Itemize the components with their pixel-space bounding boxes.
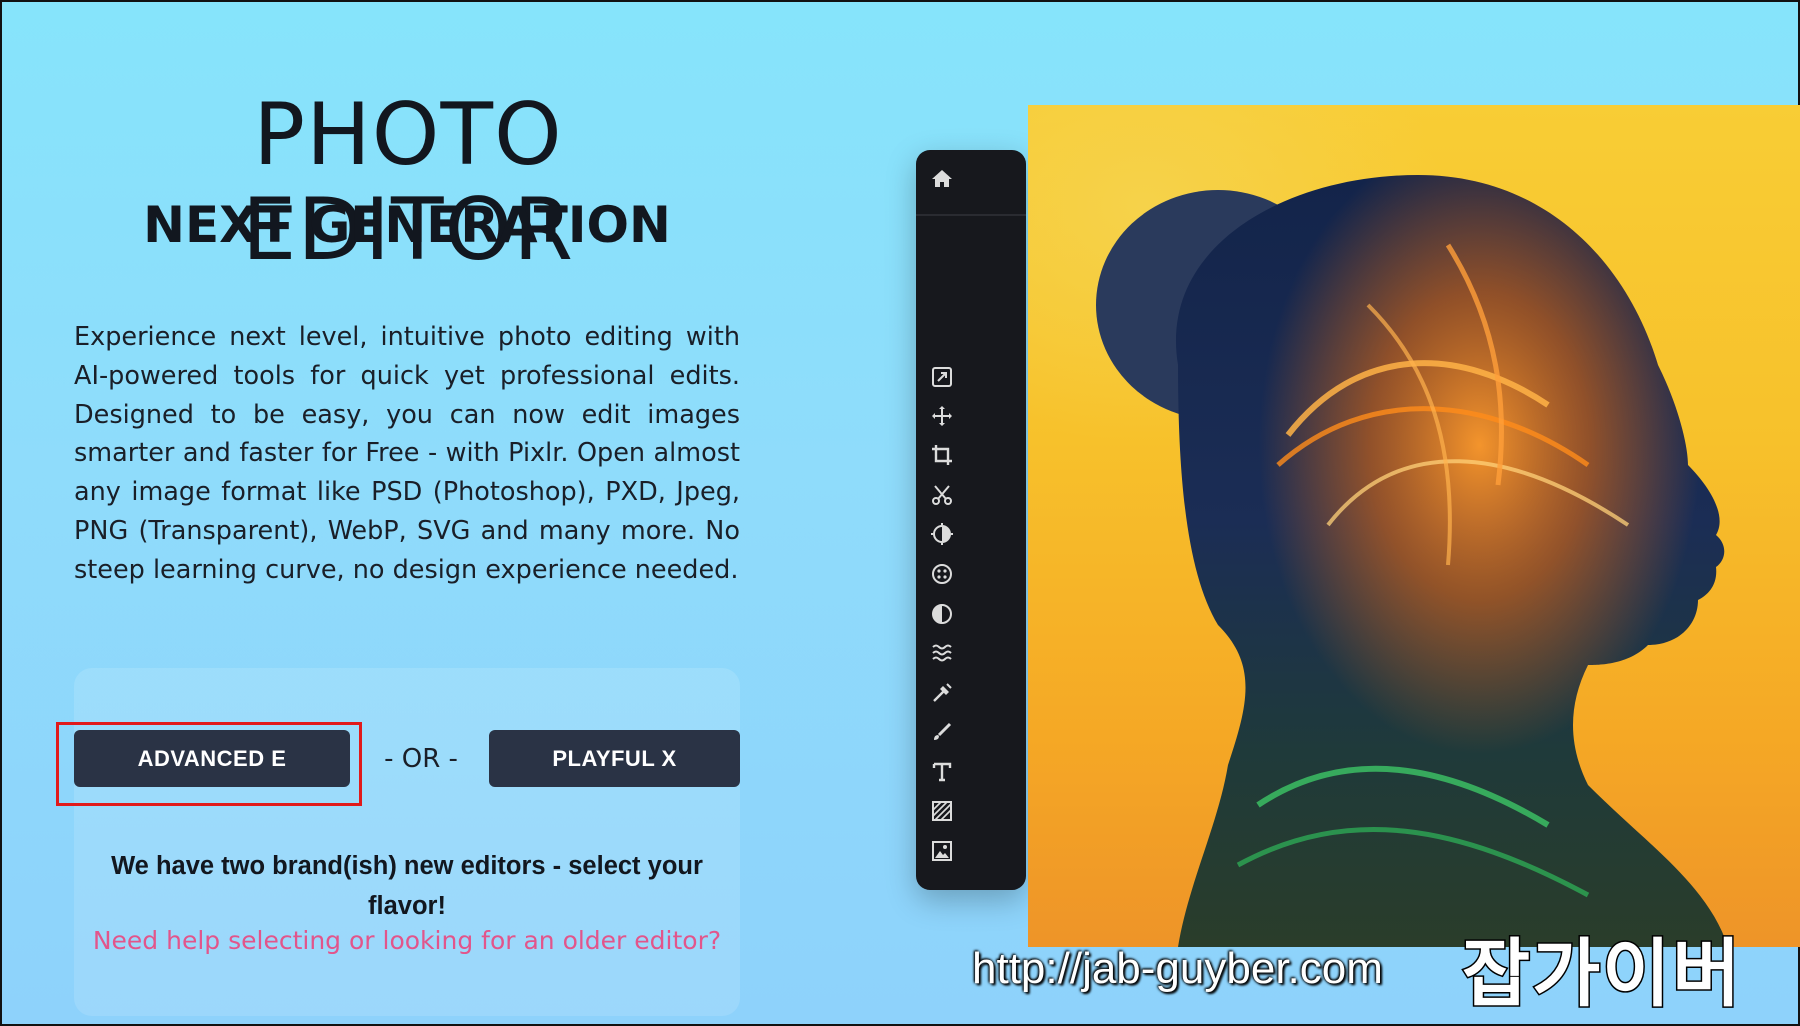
- editors-tagline: We have two brand(ish) new editors - sel…: [111, 852, 703, 920]
- filter-icon[interactable]: [927, 559, 957, 589]
- move-icon[interactable]: [927, 401, 957, 431]
- or-separator: - OR -: [384, 744, 458, 774]
- adjust-icon[interactable]: [927, 519, 957, 549]
- heal-icon[interactable]: [927, 678, 957, 708]
- advanced-editor-button[interactable]: ADVANCED E: [74, 730, 350, 787]
- home-icon[interactable]: [927, 164, 957, 194]
- text-icon[interactable]: [927, 757, 957, 787]
- playful-editor-button[interactable]: PLAYFUL X: [489, 730, 740, 787]
- help-selecting-link[interactable]: Need help selecting or looking for an ol…: [82, 926, 732, 955]
- arrange-icon[interactable]: [927, 362, 957, 392]
- image-icon[interactable]: [927, 836, 957, 866]
- editor-choice-card: [74, 668, 740, 1016]
- crop-icon[interactable]: [927, 440, 957, 470]
- pattern-icon[interactable]: [927, 796, 957, 826]
- cutout-icon[interactable]: [927, 480, 957, 510]
- draw-icon[interactable]: [927, 717, 957, 747]
- dodge-burn-icon[interactable]: [927, 599, 957, 629]
- watermark-brand: 잡가이버: [1460, 930, 1743, 1019]
- watermark-url: http://jab-guyber.com: [972, 944, 1383, 993]
- woman-silhouette-illustration: [1096, 175, 1728, 947]
- editor-toolbar: [916, 150, 1026, 890]
- page-subtitle: NEXT GENERATION: [143, 196, 671, 254]
- liquify-icon[interactable]: [927, 638, 957, 668]
- hero-image: [1028, 105, 1800, 947]
- description-text: Experience next level, intuitive photo e…: [74, 322, 740, 585]
